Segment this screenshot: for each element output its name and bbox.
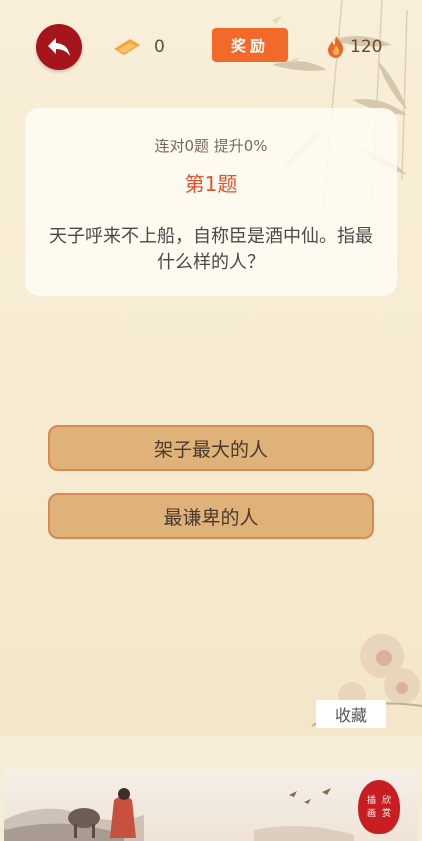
stamp-char-2: 画 — [366, 808, 376, 819]
question-text: 天子呼来不上船，自称臣是酒中仙。指最什么样的人？ — [49, 226, 373, 273]
answer-option-2[interactable]: 最谦卑的人 — [48, 493, 374, 539]
ticket-counter: 0 — [112, 32, 165, 62]
reward-button[interactable]: 奖励 — [212, 28, 288, 62]
ink-painting-illustration — [4, 788, 354, 841]
ticket-count: 0 — [154, 37, 165, 57]
question-card: 连对0题 提升0% 第1题 天子呼来不上船，自称臣是酒中仙。指最什么样的人？ — [25, 108, 397, 296]
back-button[interactable] — [36, 24, 82, 70]
stamp-char-4: 赏 — [381, 808, 391, 819]
top-bar: 0 奖励 120 — [0, 20, 422, 70]
stamp-char-1: 插 — [366, 795, 376, 806]
fire-count: 120 — [350, 37, 383, 57]
question-number: 第1题 — [184, 172, 238, 196]
answer-option-1[interactable]: 架子最大的人 — [48, 425, 374, 471]
fire-icon — [328, 36, 344, 58]
quiz-page: 0 奖励 120 连对0题 提升0% 第1题 天子呼来不上船，自称臣是酒中仙。指… — [0, 0, 422, 736]
stamp-char-3: 欣 — [381, 795, 391, 806]
illustration-banner[interactable]: 插 欣 画 赏 — [4, 770, 418, 841]
banner-stamp: 插 欣 画 赏 — [358, 780, 400, 834]
favorite-button[interactable]: 收藏 — [316, 700, 386, 728]
fire-counter: 120 — [326, 32, 382, 62]
ticket-icon — [114, 39, 140, 55]
back-arrow-icon — [48, 38, 70, 56]
streak-progress: 连对0题 提升0% — [154, 137, 268, 155]
